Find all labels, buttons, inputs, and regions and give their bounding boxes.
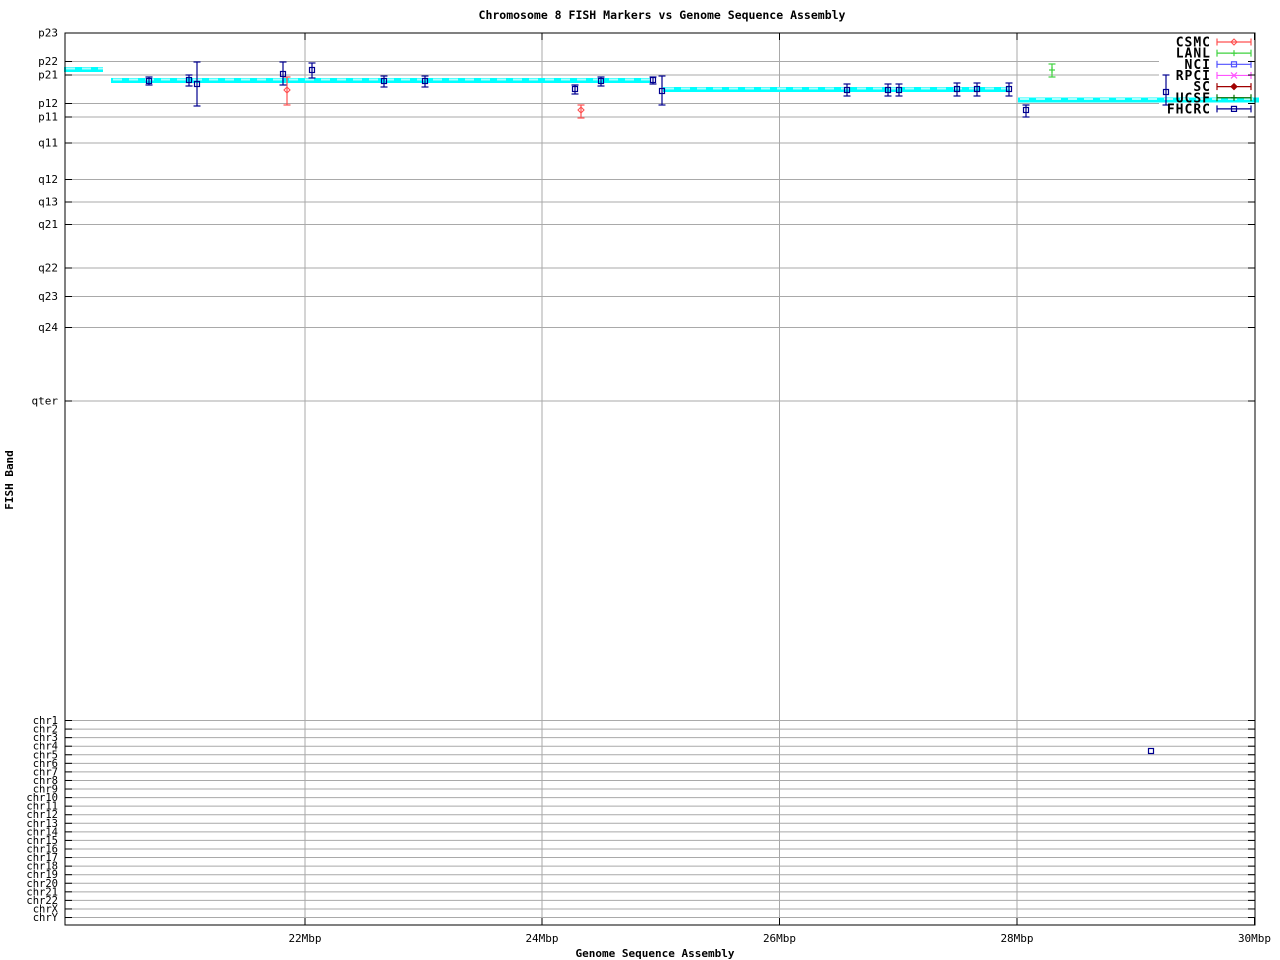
- data-point-fhcrc: [598, 77, 605, 86]
- fish-marker-chart-page: Chromosome 8 FISH Markers vs Genome Sequ…: [0, 0, 1280, 960]
- data-point-fhcrc: [1149, 749, 1154, 754]
- legend-label-fhcrc: FHCRC: [1167, 102, 1211, 117]
- plot-svg: Chromosome 8 FISH Markers vs Genome Sequ…: [0, 0, 1280, 960]
- data-point-fhcrc: [572, 85, 579, 94]
- data-point-csmc: [578, 105, 585, 118]
- data-point-fhcrc: [309, 63, 316, 78]
- x-tick-label-22Mbp: 22Mbp: [288, 932, 321, 945]
- x-tick-label-24Mbp: 24Mbp: [525, 932, 558, 945]
- y-tick-label-q21: q21: [38, 218, 58, 231]
- y-tick-label-p22: p22: [38, 55, 58, 68]
- x-tick-label-28Mbp: 28Mbp: [1000, 932, 1033, 945]
- y-tick-label-p21: p21: [38, 69, 58, 82]
- y-axis-title: FISH Band: [3, 450, 16, 510]
- y-tick-label-q11: q11: [38, 137, 58, 150]
- data-point-fhcrc: [974, 83, 981, 96]
- y-tick-label-p23: p23: [38, 27, 58, 40]
- data-point-fhcrc: [146, 77, 153, 85]
- y-tick-label-chrY: chrY: [33, 912, 59, 924]
- data-point-fhcrc: [186, 75, 193, 86]
- axes: p23 p22p21 p12p11 q11 q12 q13 q21 q22 q23 q24 qter…: [26, 27, 1271, 946]
- x-tick-label-30Mbp: 30Mbp: [1238, 932, 1271, 945]
- plot-border: [65, 33, 1255, 925]
- data-point-fhcrc: [844, 84, 851, 96]
- y-tick-label-q23: q23: [38, 290, 58, 303]
- chart-title: Chromosome 8 FISH Markers vs Genome Sequ…: [479, 8, 846, 22]
- data-point-fhcrc: [381, 76, 388, 87]
- data-point-fhcrc: [885, 84, 892, 96]
- data-point-fhcrc: [1023, 105, 1030, 117]
- data-point-fhcrc: [896, 84, 903, 96]
- y-tick-label-q24: q24: [38, 321, 58, 334]
- data-point-fhcrc: [954, 83, 961, 96]
- y-tick-label-p11: p11: [38, 111, 58, 124]
- data-point-fhcrc: [194, 62, 201, 106]
- data-points: [146, 62, 1170, 754]
- x-axis-title: Genome Sequence Assembly: [576, 947, 735, 960]
- data-point-fhcrc: [650, 77, 657, 84]
- data-point-fhcrc: [1006, 83, 1013, 96]
- y-tick-label-q22: q22: [38, 262, 58, 275]
- y-tick-label-q12: q12: [38, 173, 58, 186]
- gridlines: [65, 33, 1255, 925]
- data-point-fhcrc: [659, 76, 666, 105]
- y-tick-label-p12: p12: [38, 97, 58, 110]
- data-point-fhcrc: [422, 76, 429, 87]
- x-tick-label-26Mbp: 26Mbp: [763, 932, 796, 945]
- y-tick-label-q13: q13: [38, 196, 58, 209]
- FHCRC-square-marker: [1149, 749, 1154, 754]
- y-tick-label-qter: qter: [32, 395, 59, 408]
